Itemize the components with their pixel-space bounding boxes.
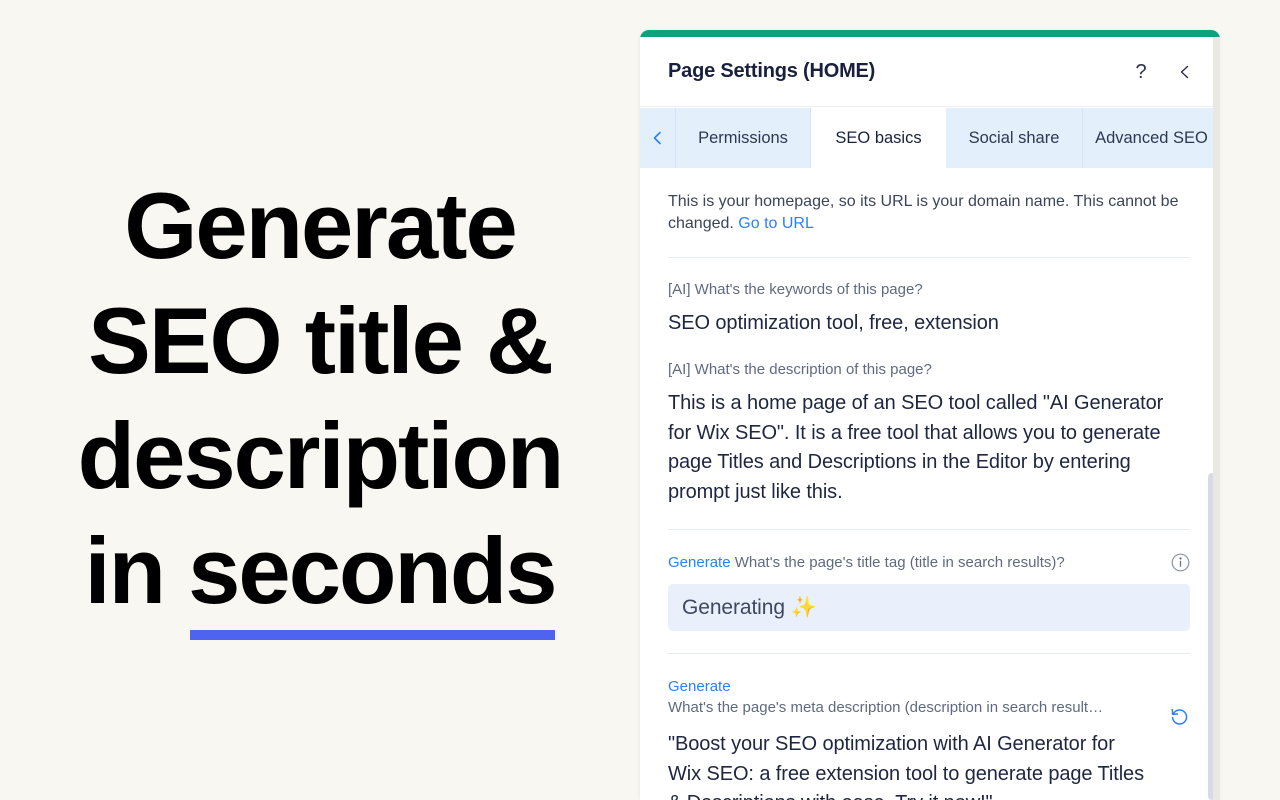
title-tag-label: Generate What's the page's title tag (ti… <box>668 552 1065 573</box>
title-tag-value: Generating <box>682 596 791 619</box>
url-hint: This is your homepage, so its URL is you… <box>668 168 1190 235</box>
title-tag-label-row: Generate What's the page's title tag (ti… <box>668 552 1190 577</box>
collapse-chevron-left-icon[interactable] <box>1170 57 1200 87</box>
headline-line-3: description <box>77 403 565 508</box>
generate-title-link[interactable]: Generate <box>668 554 731 571</box>
title-tag-field: Generate What's the page's title tag (ti… <box>668 530 1190 631</box>
tabs-scroll-left-chevron-icon[interactable] <box>640 108 676 168</box>
meta-description-question: What's the page's meta description (desc… <box>668 699 1104 716</box>
header-actions: ? <box>1126 57 1200 87</box>
tab-permissions[interactable]: Permissions <box>676 108 811 168</box>
help-icon[interactable]: ? <box>1126 57 1156 87</box>
panel-accent-bar <box>640 30 1220 37</box>
headline-line-4: in seconds <box>0 513 640 640</box>
sparkle-icon: ✨ <box>790 596 817 619</box>
page-title: Page Settings (HOME) <box>668 60 876 82</box>
panel-right-edge <box>1213 37 1220 800</box>
marketing-headline: Generate SEO title & description in seco… <box>0 168 640 640</box>
description-field: [AI] What's the description of this page… <box>668 338 1190 507</box>
settings-content-inner: This is your homepage, so its URL is you… <box>640 168 1220 800</box>
screenshot-root: Generate SEO title & description in seco… <box>0 0 1280 800</box>
page-settings-panel: Page Settings (HOME) ? Permissions SEO b… <box>640 30 1220 800</box>
meta-description-field: Generate What's the page's meta descript… <box>668 654 1190 800</box>
headline-line-1: Generate <box>124 173 518 278</box>
title-tag-question: What's the page's title tag (title in se… <box>730 554 1065 571</box>
info-icon[interactable] <box>1171 553 1190 577</box>
title-tag-input[interactable]: Generating ✨ <box>668 584 1190 631</box>
tab-advanced-seo[interactable]: Advanced SEO <box>1083 108 1220 168</box>
generate-meta-link[interactable]: Generate <box>668 676 1190 697</box>
headline-underlined-word: seconds <box>188 513 558 640</box>
keywords-label: [AI] What's the keywords of this page? <box>668 281 923 298</box>
redo-icon[interactable] <box>1169 706 1190 732</box>
description-value[interactable]: This is a home page of an SEO tool calle… <box>668 389 1190 507</box>
tab-seo-basics[interactable]: SEO basics <box>811 108 946 168</box>
panel-header: Page Settings (HOME) ? <box>640 37 1220 107</box>
settings-tabbar: Permissions SEO basics Social share Adva… <box>640 108 1220 168</box>
headline-line-2: SEO title & <box>88 288 554 393</box>
keywords-field: [AI] What's the keywords of this page? S… <box>668 258 1190 338</box>
meta-description-value[interactable]: "Boost your SEO optimization with AI Gen… <box>668 730 1148 800</box>
keywords-value[interactable]: SEO optimization tool, free, extension <box>668 309 1190 338</box>
headline-line-4-prefix: in <box>84 518 189 623</box>
settings-content: This is your homepage, so its URL is you… <box>640 168 1220 800</box>
description-label: [AI] What's the description of this page… <box>668 361 932 378</box>
tab-social-share[interactable]: Social share <box>946 108 1083 168</box>
go-to-url-link[interactable]: Go to URL <box>738 215 814 232</box>
